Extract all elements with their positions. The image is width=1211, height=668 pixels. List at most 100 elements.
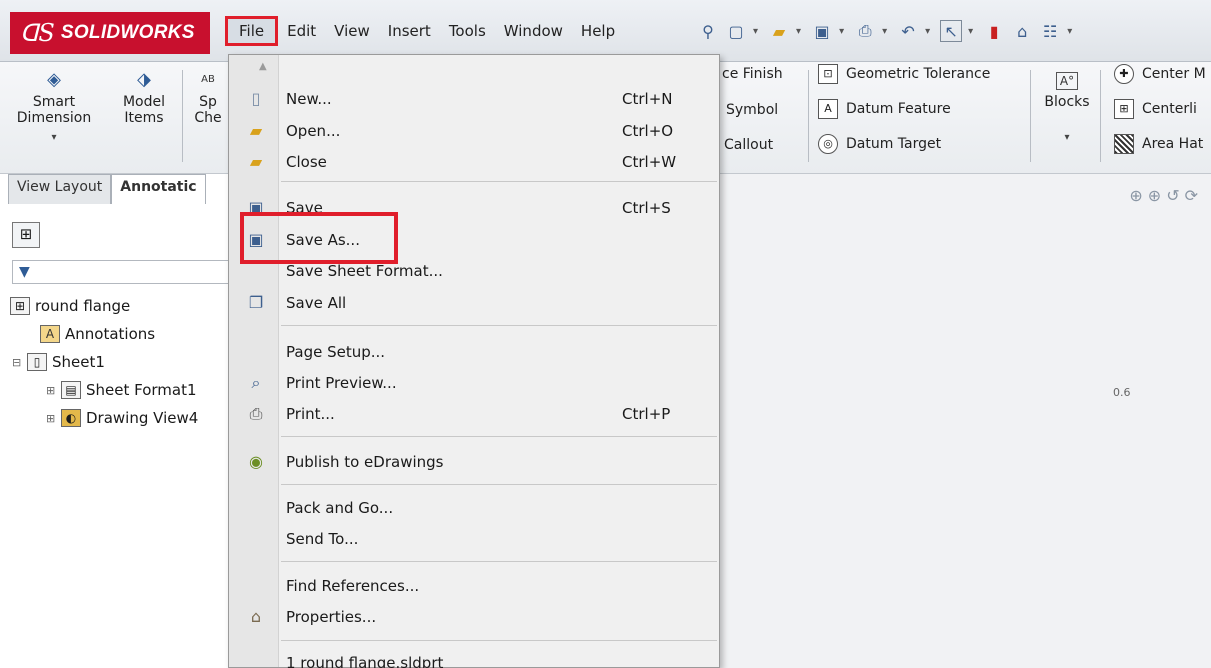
menu-item-label: Open... [286, 122, 341, 140]
tree-item-label: Sheet1 [52, 353, 105, 371]
menu-tools[interactable]: Tools [440, 16, 495, 46]
callout-button[interactable]: Callout [724, 137, 773, 153]
model-items-button[interactable]: ⬗ Model Items [114, 71, 174, 127]
symbol-button[interactable]: Symbol [726, 102, 778, 118]
area-hatch-button[interactable]: Area Hat [1114, 134, 1203, 154]
menu-item-recent-file[interactable]: 1 round flange.sldprt [229, 648, 719, 668]
menu-item-publish-edrawings[interactable]: ◉ Publish to eDrawings [229, 447, 719, 477]
menu-item-pack-and-go[interactable]: Pack and Go... [229, 493, 719, 523]
menu-item-label: Find References... [286, 577, 420, 595]
zoom-to-area-icon[interactable]: ⊕ [1148, 186, 1166, 205]
menu-item-label: Page Setup... [286, 343, 386, 361]
rotate-view-icon[interactable]: ⟳ [1185, 186, 1203, 205]
previous-view-icon[interactable]: ↺ [1166, 186, 1184, 205]
menu-item-new[interactable]: ▯ New... Ctrl+N [229, 84, 719, 114]
menu-item-shortcut: Ctrl+O [622, 122, 674, 140]
menu-item-close[interactable]: ▰ Close Ctrl+W [229, 147, 719, 177]
menu-edit[interactable]: Edit [278, 16, 325, 46]
open-folder-icon[interactable]: ▰ [768, 20, 790, 42]
menu-divider [281, 484, 717, 485]
model-items-label: Model Items [122, 94, 166, 126]
chevron-down-icon[interactable]: ▾ [839, 26, 844, 37]
ds-logo-icon: ꓷS [20, 19, 55, 47]
new-document-icon[interactable]: ▢ [725, 20, 747, 42]
chevron-down-icon[interactable]: ▾ [796, 26, 801, 37]
datum-target-button[interactable]: ◎ Datum Target [818, 134, 941, 154]
menu-item-print-preview[interactable]: ⌕ Print Preview... [229, 368, 719, 398]
smart-dimension-button[interactable]: ◈ Smart Dimension ▾ [14, 69, 94, 146]
center-mark-button[interactable]: ✚ Center M [1114, 64, 1206, 84]
spell-check-label: Sp Che [194, 94, 222, 126]
menu-help[interactable]: Help [572, 16, 624, 46]
collapse-icon[interactable]: ⊟ [12, 356, 24, 369]
menu-item-send-to[interactable]: Send To... [229, 524, 719, 554]
datum-target-label: Datum Target [846, 136, 942, 152]
scroll-up-icon[interactable]: ▲ [259, 61, 267, 72]
menu-item-print[interactable]: ⎙ Print... Ctrl+P [229, 399, 719, 429]
surface-finish-button[interactable]: ce Finish [722, 66, 783, 82]
menu-item-page-setup[interactable]: Page Setup... [229, 337, 719, 367]
callout-label: Callout [724, 137, 774, 153]
expand-icon[interactable]: ⊞ [46, 412, 58, 425]
menu-item-save-all[interactable]: ❐ Save All [229, 288, 719, 318]
menu-item-label: Print Preview... [286, 374, 397, 392]
menu-divider [281, 325, 717, 326]
centerline-button[interactable]: ⊞ Centerli [1114, 99, 1197, 119]
file-properties-icon[interactable]: ⌂ [1011, 20, 1033, 42]
select-arrow-icon[interactable]: ↖ [940, 20, 963, 42]
center-mark-label: Center M [1142, 66, 1206, 82]
chevron-down-icon[interactable]: ▾ [925, 26, 930, 37]
save-icon[interactable]: ▣ [811, 20, 833, 42]
graphics-area[interactable]: ⊕⊕↺⟳ 0.6 [718, 174, 1211, 668]
expand-icon[interactable]: ⊞ [46, 384, 58, 397]
center-mark-icon: ✚ [1114, 64, 1134, 84]
menu-item-open[interactable]: ▰ Open... Ctrl+O [229, 116, 719, 146]
print-preview-icon: ⌕ [251, 373, 261, 392]
tab-annotation[interactable]: Annotatic [111, 174, 206, 204]
print-icon[interactable]: ⎙ [854, 20, 876, 42]
annotation-icon: A [40, 325, 60, 343]
blocks-button[interactable]: A° Blocks ▾ [1040, 72, 1094, 146]
menu-item-label: Properties... [286, 608, 377, 626]
pin-icon[interactable]: ⚲ [697, 20, 719, 42]
menu-item-properties[interactable]: ⌂ Properties... [229, 602, 719, 632]
tree-item-sheet-format[interactable]: ⊞ ▤ Sheet Format1 [10, 376, 198, 404]
zoom-to-fit-icon[interactable]: ⊕ [1129, 186, 1147, 205]
menu-item-label: Close [286, 153, 327, 171]
ribbon-separator [182, 70, 183, 162]
menu-window[interactable]: Window [495, 16, 572, 46]
chevron-down-icon[interactable]: ▾ [1067, 26, 1072, 37]
smart-dimension-icon: ◈ [47, 69, 61, 90]
menu-item-shortcut: Ctrl+N [622, 90, 673, 108]
menu-divider [281, 181, 717, 182]
menu-item-label: Save Sheet Format... [286, 262, 443, 280]
menu-divider [281, 436, 717, 437]
rebuild-icon[interactable]: ▮ [983, 20, 1005, 42]
menu-item-find-references[interactable]: Find References... [229, 571, 719, 601]
quick-access-toolbar: ⚲ ▢ ▾ ▰ ▾ ▣ ▾ ⎙ ▾ ↶ ▾ ↖ ▾ ▮ ⌂ ☷ ▾ [697, 15, 1076, 47]
geometric-tolerance-button[interactable]: ⊡ Geometric Tolerance [818, 64, 990, 84]
menu-insert[interactable]: Insert [379, 16, 440, 46]
chevron-down-icon[interactable]: ▾ [14, 130, 94, 146]
tab-view-layout[interactable]: View Layout [8, 174, 112, 204]
tree-item-annotations[interactable]: A Annotations [10, 320, 198, 348]
spell-check-button[interactable]: AB Sp Che [188, 72, 228, 126]
tree-item-root[interactable]: ⊞ round flange [10, 292, 198, 320]
options-icon[interactable]: ☷ [1039, 20, 1061, 42]
menu-view[interactable]: View [325, 16, 379, 46]
chevron-down-icon[interactable]: ▾ [1040, 130, 1094, 146]
feature-manager-tree-icon[interactable]: ⊞ [12, 222, 40, 248]
chevron-down-icon[interactable]: ▾ [968, 26, 973, 37]
solidworks-logo[interactable]: ꓷS SOLIDWORKS [10, 12, 210, 54]
tree-item-sheet[interactable]: ⊟ ▯ Sheet1 [10, 348, 198, 376]
filter-input[interactable]: ▼ [12, 260, 230, 284]
chevron-down-icon[interactable]: ▾ [753, 26, 758, 37]
datum-feature-button[interactable]: A Datum Feature [818, 99, 951, 119]
undo-icon[interactable]: ↶ [897, 20, 919, 42]
ribbon-separator [808, 70, 809, 162]
tree-item-drawing-view[interactable]: ⊞ ◐ Drawing View4 [10, 404, 198, 432]
chevron-down-icon[interactable]: ▾ [882, 26, 887, 37]
menu-file[interactable]: File [225, 16, 279, 46]
menu-item-shortcut: Ctrl+S [622, 199, 671, 217]
properties-icon: ⌂ [250, 607, 262, 626]
